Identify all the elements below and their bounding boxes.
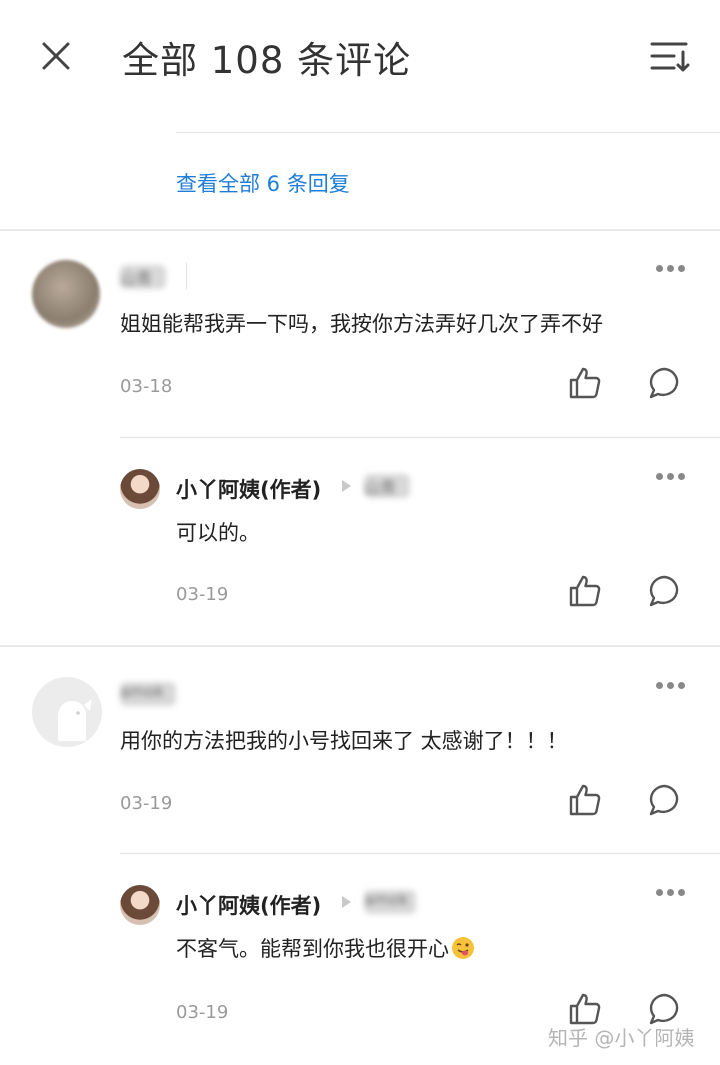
reply-to-name[interactable]: amok	[364, 890, 416, 914]
commenter-name[interactable]: 山青	[120, 265, 166, 289]
reply-to-arrow-icon	[342, 896, 351, 908]
comment-icon[interactable]	[648, 992, 682, 1026]
thumbs-up-icon[interactable]	[568, 366, 602, 400]
author-avatar[interactable]	[120, 885, 160, 925]
view-all-replies-link[interactable]: 查看全部 6 条回复	[176, 168, 350, 198]
thumbs-up-icon[interactable]	[568, 992, 602, 1026]
sort-icon[interactable]	[648, 38, 692, 74]
reply-text: 不客气。能帮到你我也很开心	[176, 933, 475, 963]
more-icon[interactable]	[654, 470, 690, 484]
reply-date: 03-19	[176, 584, 229, 605]
tongue-wink-emoji	[452, 937, 474, 959]
more-icon[interactable]	[654, 262, 690, 276]
page-title: 全部 108 条评论	[122, 39, 412, 82]
commenter-name[interactable]: amok	[120, 682, 176, 706]
avatar[interactable]	[32, 260, 100, 328]
dog-avatar-icon	[58, 699, 92, 741]
comment-date: 03-19	[120, 793, 173, 814]
default-avatar[interactable]	[32, 677, 102, 747]
divider	[0, 645, 720, 647]
divider	[186, 263, 187, 289]
reply-author[interactable]: 小丫阿姨(作者)	[176, 474, 321, 504]
comment-icon[interactable]	[648, 574, 682, 608]
reply-to-arrow-icon	[342, 480, 351, 492]
reply-text: 可以的。	[176, 521, 260, 545]
divider	[0, 229, 720, 231]
thumbs-up-icon[interactable]	[568, 574, 602, 608]
more-icon[interactable]	[654, 886, 690, 900]
divider	[176, 132, 720, 133]
comment-date: 03-18	[120, 376, 173, 397]
comments-header: 全部 108 条评论	[0, 0, 720, 112]
comment-text: 用你的方法把我的小号找回来了 太感谢了！！！	[120, 729, 568, 753]
comment-icon[interactable]	[648, 783, 682, 817]
close-icon[interactable]	[38, 38, 74, 74]
comment-text: 姐姐能帮我弄一下吗，我按你方法弄好几次了弄不好	[120, 312, 603, 336]
divider	[120, 853, 720, 854]
comment-icon[interactable]	[648, 366, 682, 400]
more-icon[interactable]	[654, 679, 690, 693]
reply-author[interactable]: 小丫阿姨(作者)	[176, 890, 321, 920]
thumbs-up-icon[interactable]	[568, 783, 602, 817]
author-avatar[interactable]	[120, 469, 160, 509]
reply-date: 03-19	[176, 1002, 229, 1023]
reply-to-name[interactable]: 山青	[364, 474, 410, 498]
divider	[120, 437, 720, 438]
watermark: 知乎 @小丫阿姨	[548, 1026, 695, 1050]
